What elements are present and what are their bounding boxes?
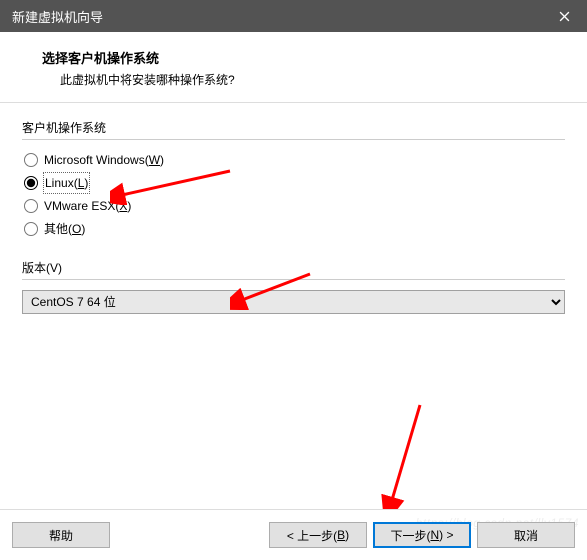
radio-input-windows[interactable] [24, 153, 38, 167]
back-button[interactable]: < 上一步(B) [269, 522, 367, 548]
radio-input-linux[interactable] [24, 176, 38, 190]
version-group: 版本(V) CentOS 7 64 位 [22, 259, 565, 314]
wizard-content: 客户机操作系统 Microsoft Windows(W) Linux(L) VM… [0, 103, 587, 322]
radio-other[interactable]: 其他(O) [24, 219, 565, 239]
radio-input-other[interactable] [24, 222, 38, 236]
radio-label-other[interactable]: 其他(O) [44, 219, 85, 239]
next-button[interactable]: 下一步(N) > [373, 522, 471, 548]
radio-linux[interactable]: Linux(L) [24, 173, 565, 193]
os-group-label: 客户机操作系统 [22, 119, 565, 136]
radio-esx[interactable]: VMware ESX(X) [24, 196, 565, 216]
close-icon [559, 11, 570, 22]
page-subtitle: 此虚拟机中将安装哪种操作系统? [60, 71, 575, 88]
titlebar: 新建虚拟机向导 [0, 0, 587, 32]
close-button[interactable] [541, 0, 587, 32]
version-select[interactable]: CentOS 7 64 位 [22, 290, 565, 314]
separator [22, 139, 565, 140]
help-button[interactable]: 帮助 [12, 522, 110, 548]
radio-input-esx[interactable] [24, 199, 38, 213]
radio-label-windows[interactable]: Microsoft Windows(W) [44, 150, 164, 170]
wizard-footer: 帮助 < 上一步(B) 下一步(N) > 取消 [0, 509, 587, 560]
window-title: 新建虚拟机向导 [12, 7, 103, 26]
cancel-button[interactable]: 取消 [477, 522, 575, 548]
annotation-arrow-icon [380, 400, 440, 510]
radio-label-esx[interactable]: VMware ESX(X) [44, 196, 131, 216]
radio-windows[interactable]: Microsoft Windows(W) [24, 150, 565, 170]
separator [22, 279, 565, 280]
version-label: 版本(V) [22, 259, 565, 276]
radio-label-linux[interactable]: Linux(L) [44, 173, 89, 193]
wizard-header: 选择客户机操作系统 此虚拟机中将安装哪种操作系统? [0, 32, 587, 103]
page-title: 选择客户机操作系统 [42, 48, 575, 67]
